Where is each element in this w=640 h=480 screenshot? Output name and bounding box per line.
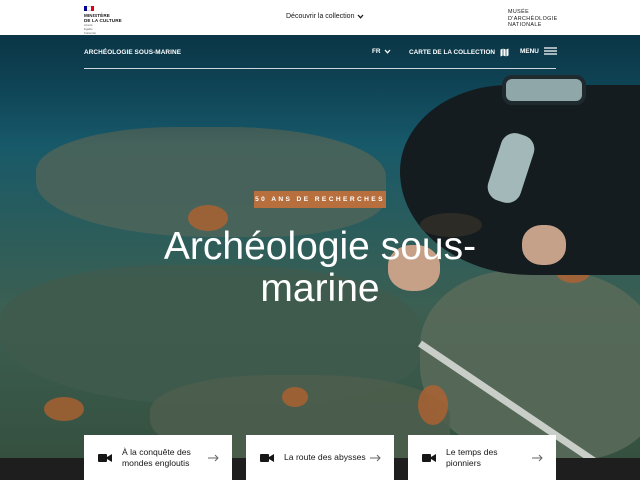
language-label: FR xyxy=(372,48,381,55)
museum-logo-line-2: D'ARCHÉOLOGIE xyxy=(508,15,558,22)
chevron-down-icon xyxy=(357,14,364,19)
diver-hand xyxy=(522,225,566,265)
collection-map-label: CARTE DE LA COLLECTION xyxy=(409,49,496,56)
map-icon xyxy=(500,48,509,57)
collection-map-link[interactable]: CARTE DE LA COLLECTION xyxy=(409,48,509,57)
hero-title: Archéologie sous-marine xyxy=(163,225,477,310)
video-card-label: À la conquête des mondes engloutis xyxy=(122,446,191,468)
video-card-label: Le temps des pionniers xyxy=(446,446,498,468)
language-selector[interactable]: FR xyxy=(372,48,391,55)
arrow-right-icon xyxy=(370,454,381,461)
diver-mask xyxy=(502,75,586,105)
menu-label: MENU xyxy=(520,47,539,55)
coral-patch xyxy=(282,387,308,407)
museum-logo-line-3: NATIONALE xyxy=(508,22,542,29)
hamburger-icon xyxy=(543,47,557,55)
video-card-abysses[interactable]: La route des abysses xyxy=(246,435,394,480)
french-flag-icon xyxy=(84,6,94,11)
video-card-label: La route des abysses xyxy=(284,452,366,462)
video-card-pionniers[interactable]: Le temps des pionniers xyxy=(408,435,556,480)
hero-navigation: ARCHÉOLOGIE SOUS-MARINE FR CARTE DE LA C… xyxy=(84,44,557,69)
top-header: MINISTÈRE DE LA CULTURE Liberté Égalité … xyxy=(0,0,640,35)
museum-logo[interactable]: MUSÉE D'ARCHÉOLOGIE NATIONALE xyxy=(508,9,558,29)
hero-badge: 50 ANS DE RECHERCHES xyxy=(254,191,386,208)
section-title-link[interactable]: ARCHÉOLOGIE SOUS-MARINE xyxy=(84,49,181,56)
chevron-down-icon xyxy=(384,49,391,54)
coral-patch xyxy=(418,385,448,425)
menu-button[interactable]: MENU xyxy=(520,47,557,55)
video-camera-icon xyxy=(260,453,274,462)
ministry-logo[interactable]: MINISTÈRE DE LA CULTURE Liberté Égalité … xyxy=(84,6,128,35)
video-camera-icon xyxy=(422,453,436,462)
museum-logo-line-1: MUSÉE xyxy=(508,9,530,15)
discover-collection-label: Découvrir la collection xyxy=(286,13,355,20)
discover-collection-dropdown[interactable]: Découvrir la collection xyxy=(286,13,364,20)
video-card-conquete[interactable]: À la conquête des mondes engloutis xyxy=(84,435,232,480)
video-camera-icon xyxy=(98,453,112,462)
arrow-right-icon xyxy=(532,454,543,461)
coral-patch xyxy=(44,397,84,421)
arrow-right-icon xyxy=(208,454,219,461)
